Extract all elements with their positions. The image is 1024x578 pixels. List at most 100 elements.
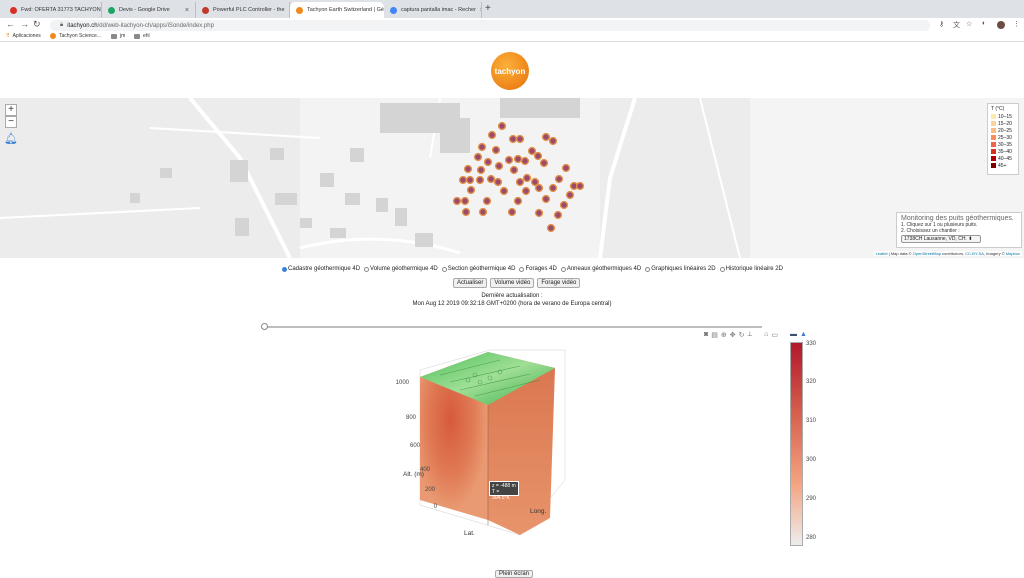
radio-icon[interactable] bbox=[441, 266, 447, 272]
drill-video-button[interactable]: Forage vidéo bbox=[537, 278, 581, 288]
well-marker[interactable] bbox=[482, 196, 492, 206]
well-marker[interactable] bbox=[515, 177, 525, 187]
well-marker[interactable] bbox=[534, 208, 544, 218]
well-marker[interactable] bbox=[466, 185, 476, 195]
radio-icon[interactable] bbox=[364, 266, 370, 272]
save-icon[interactable]: ▤ bbox=[711, 331, 718, 339]
well-marker[interactable] bbox=[509, 165, 519, 175]
view-option-historique[interactable]: Historique linéaire 2D bbox=[719, 266, 783, 272]
bookmark-folder-ehl[interactable]: ehl bbox=[134, 33, 150, 39]
well-marker[interactable] bbox=[483, 157, 493, 167]
well-marker[interactable] bbox=[533, 151, 543, 161]
well-marker[interactable] bbox=[541, 132, 551, 142]
well-marker[interactable] bbox=[548, 136, 558, 146]
wells-layer[interactable] bbox=[0, 98, 1024, 258]
well-marker[interactable] bbox=[521, 186, 531, 196]
time-slider-track[interactable] bbox=[264, 326, 762, 328]
tab-google-search[interactable]: captura pantalla imac - Recher× bbox=[384, 2, 482, 18]
bookmark-tachyon-science[interactable]: Tachyon Science... bbox=[50, 33, 101, 39]
well-marker[interactable] bbox=[504, 155, 514, 165]
avatar[interactable] bbox=[997, 21, 1005, 29]
well-marker[interactable] bbox=[478, 207, 488, 217]
well-marker[interactable] bbox=[559, 200, 569, 210]
star-icon[interactable]: ☆ bbox=[966, 20, 972, 28]
well-marker[interactable] bbox=[458, 175, 468, 185]
well-marker[interactable] bbox=[497, 121, 507, 131]
view-option-section[interactable]: Section géothermique 4D bbox=[441, 266, 515, 272]
tab-tachyon[interactable]: Tachyon Earth Switzerland | Gé× bbox=[290, 2, 384, 18]
geothermal-3d-plot[interactable]: 1000 800 600 400 200 0 Alt. (m) Lat. Lon… bbox=[380, 330, 590, 542]
zoom-icon[interactable]: ⊕ bbox=[721, 331, 727, 339]
well-marker[interactable] bbox=[522, 173, 532, 183]
well-marker[interactable] bbox=[463, 164, 473, 174]
well-marker[interactable] bbox=[520, 156, 530, 166]
well-marker[interactable] bbox=[499, 186, 509, 196]
well-marker[interactable] bbox=[508, 134, 518, 144]
orbit-icon[interactable]: ↻ bbox=[739, 331, 745, 339]
tab-plc[interactable]: Powerful PLC Controller - the× bbox=[196, 2, 290, 18]
well-marker[interactable] bbox=[546, 223, 556, 233]
view-option-graphiques[interactable]: Graphiques linéaires 2D bbox=[645, 266, 716, 272]
extension-icon[interactable]: ◐ bbox=[982, 20, 986, 27]
well-marker[interactable] bbox=[461, 207, 471, 217]
forward-icon[interactable]: → bbox=[20, 19, 29, 29]
translate-icon[interactable]: 文 bbox=[953, 20, 960, 30]
radio-selected-icon[interactable] bbox=[282, 266, 287, 272]
bookmark-apps[interactable]: ⠿ Aplicaciones bbox=[6, 33, 41, 39]
hover-icon[interactable]: ▭ bbox=[771, 331, 778, 339]
tab-gmail[interactable]: Fwd: OFERTA 31773 TACHYON× bbox=[4, 2, 102, 18]
plotly-logo-icon[interactable]: ▬ bbox=[790, 331, 797, 339]
mapbox-link[interactable]: Mapbox bbox=[1006, 251, 1020, 256]
well-marker[interactable] bbox=[475, 175, 485, 185]
view-option-forages[interactable]: Forages 4D bbox=[519, 266, 557, 272]
well-marker[interactable] bbox=[515, 134, 525, 144]
map-view[interactable]: + − 🔔︎ T (°C) 10–15 15–20 20–25 25–30 30–35 3… bbox=[0, 98, 1024, 258]
well-marker[interactable] bbox=[513, 154, 523, 164]
pan-icon[interactable]: ✥ bbox=[730, 331, 736, 339]
back-icon[interactable]: ← bbox=[6, 19, 15, 29]
well-marker[interactable] bbox=[473, 152, 483, 162]
reload-icon[interactable]: ↻ bbox=[33, 19, 41, 30]
osm-link[interactable]: OpenStreetMap bbox=[913, 251, 941, 256]
well-marker[interactable] bbox=[553, 210, 563, 220]
fullscreen-button[interactable]: Plein écran bbox=[495, 570, 534, 578]
view-option-volume[interactable]: Volume géothermique 4D bbox=[364, 266, 438, 272]
well-marker[interactable] bbox=[541, 194, 551, 204]
well-marker[interactable] bbox=[561, 163, 571, 173]
well-marker[interactable] bbox=[452, 196, 462, 206]
radio-icon[interactable] bbox=[560, 266, 566, 272]
refresh-button[interactable]: Actualiser bbox=[453, 278, 488, 288]
leaflet-link[interactable]: Leaflet bbox=[876, 251, 888, 256]
well-marker[interactable] bbox=[486, 174, 496, 184]
well-marker[interactable] bbox=[513, 196, 523, 206]
well-marker[interactable] bbox=[554, 174, 564, 184]
menu-icon[interactable]: ⋮ bbox=[1013, 20, 1020, 28]
well-marker[interactable] bbox=[565, 190, 575, 200]
close-icon[interactable]: × bbox=[480, 7, 481, 14]
well-marker[interactable] bbox=[493, 177, 503, 187]
site-select[interactable]: 1738CH Lausanne, VD, CH. ⬍ bbox=[901, 235, 981, 243]
license-link[interactable]: CC-BY-SA bbox=[965, 251, 984, 256]
bell-icon[interactable]: 🔔︎ bbox=[4, 132, 18, 145]
bookmark-folder-jm[interactable]: jm bbox=[111, 33, 125, 39]
view-option-anneaux[interactable]: Anneaux géothermiques 4D bbox=[560, 266, 641, 272]
home-icon[interactable]: ⌂ bbox=[764, 331, 768, 339]
well-marker[interactable] bbox=[465, 175, 475, 185]
tab-drive[interactable]: Devis - Google Drive × bbox=[102, 2, 196, 18]
camera-icon[interactable]: ◙ bbox=[704, 331, 708, 339]
turntable-icon[interactable]: ⟂ bbox=[747, 331, 752, 339]
radio-icon[interactable] bbox=[519, 266, 525, 272]
well-marker[interactable] bbox=[575, 181, 585, 191]
chart-icon[interactable]: ▲ bbox=[800, 331, 807, 339]
well-marker[interactable] bbox=[527, 146, 537, 156]
volume-video-button[interactable]: Volume vidéo bbox=[490, 278, 535, 288]
well-marker[interactable] bbox=[477, 142, 487, 152]
well-marker[interactable] bbox=[494, 161, 504, 171]
url-input[interactable]: 🔒︎ itachyon.ch/dd/web-itachyon-ch/apps/i… bbox=[50, 20, 930, 31]
well-marker[interactable] bbox=[548, 183, 558, 193]
well-marker[interactable] bbox=[539, 158, 549, 168]
radio-icon[interactable] bbox=[645, 266, 651, 272]
well-marker[interactable] bbox=[534, 183, 544, 193]
close-icon[interactable]: × bbox=[185, 7, 189, 14]
key-icon[interactable]: ⚷ bbox=[939, 20, 944, 28]
